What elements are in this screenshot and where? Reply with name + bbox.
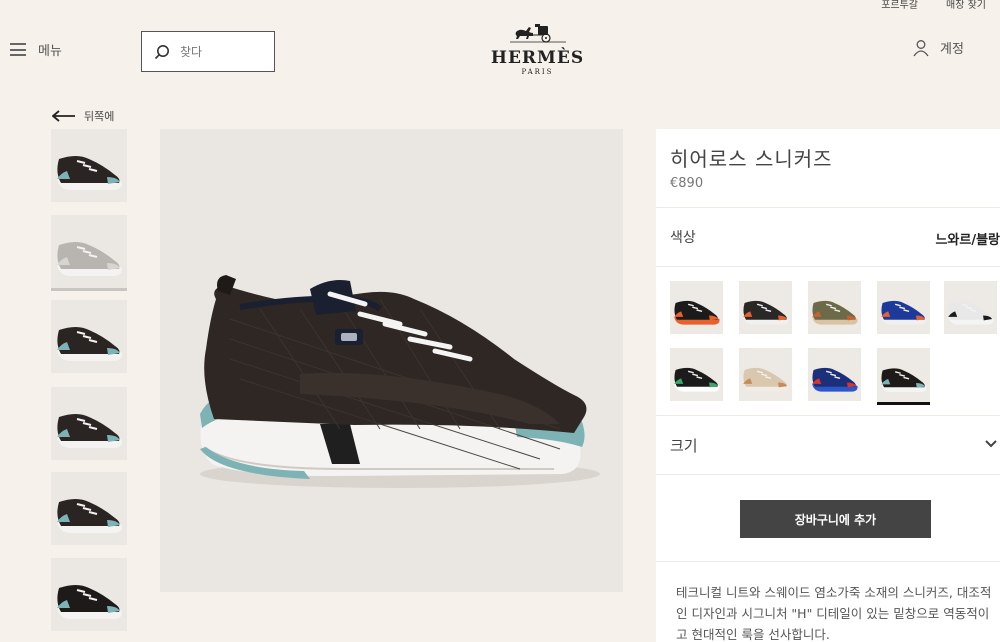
product-thumbnail[interactable] bbox=[51, 129, 127, 202]
color-label: 색상 bbox=[670, 230, 696, 246]
divider bbox=[656, 266, 1000, 267]
sneaker-thumbnail bbox=[57, 156, 123, 190]
divider bbox=[656, 207, 1000, 208]
color-swatch-navy-red[interactable] bbox=[808, 348, 861, 401]
color-swatch-black-teal[interactable] bbox=[877, 348, 930, 405]
color-value: 느와르/블랑 bbox=[935, 233, 1000, 248]
chevron-down-icon[interactable] bbox=[984, 439, 998, 449]
product-thumbnail[interactable] bbox=[51, 215, 127, 291]
product-thumbnail[interactable] bbox=[51, 472, 127, 545]
account-button[interactable]: 계정 bbox=[912, 38, 964, 57]
carriage-logo-icon bbox=[509, 24, 566, 43]
color-swatch-black-green[interactable] bbox=[670, 348, 723, 401]
product-thumbnail[interactable] bbox=[51, 300, 127, 373]
product-description: 테크니컬 니트와 스웨이드 염소가죽 소재의 스니커즈, 대조적인 디자인과 시… bbox=[676, 585, 992, 642]
sneaker-thumbnail bbox=[812, 367, 858, 392]
color-swatch-orange-black[interactable] bbox=[670, 281, 723, 334]
sneaker-thumbnail bbox=[674, 300, 720, 325]
product-thumbnail[interactable] bbox=[51, 558, 127, 631]
menu-label: 메뉴 bbox=[38, 44, 62, 59]
product-title: 히어로스 스니커즈 bbox=[670, 147, 833, 171]
search-input[interactable] bbox=[180, 44, 260, 59]
arrow-left-icon bbox=[52, 110, 75, 122]
sneaker-thumbnail bbox=[674, 367, 720, 392]
menu-button[interactable]: 메뉴 bbox=[10, 40, 62, 59]
sneaker-thumbnail bbox=[57, 327, 123, 361]
sneaker-image bbox=[200, 275, 600, 488]
color-swatch-beige[interactable] bbox=[739, 348, 792, 401]
hamburger-icon bbox=[10, 43, 26, 56]
sneaker-thumbnail bbox=[881, 368, 927, 393]
logo-subtitle: PARIS bbox=[521, 68, 554, 76]
site-header: 메뉴 HERMÈS PARIS 계정 bbox=[0, 14, 1000, 88]
store-locator-link[interactable]: 매장 찾기 bbox=[946, 0, 986, 14]
back-link[interactable]: 뒤쪽에 bbox=[52, 108, 114, 124]
country-link[interactable]: 포르투갈 bbox=[881, 0, 918, 14]
color-swatch-white-black[interactable] bbox=[944, 281, 997, 334]
divider bbox=[656, 561, 1000, 562]
sneaker-thumbnail bbox=[57, 414, 123, 448]
size-label: 크기 bbox=[670, 437, 698, 455]
back-label: 뒤쪽에 bbox=[84, 110, 115, 123]
sneaker-thumbnail bbox=[57, 242, 123, 276]
sneaker-thumbnail bbox=[812, 300, 858, 325]
user-icon bbox=[913, 39, 929, 56]
product-panel: 히어로스 스니커즈 €890 색상 느와르/블랑 크기 장바구니에 추가 테크니… bbox=[656, 129, 1000, 642]
sneaker-thumbnail bbox=[57, 499, 123, 533]
product-price: €890 bbox=[670, 176, 704, 191]
divider bbox=[656, 474, 1000, 475]
color-swatch-orange-white[interactable] bbox=[739, 281, 792, 334]
account-label: 계정 bbox=[940, 42, 964, 57]
color-swatch-khaki[interactable] bbox=[808, 281, 861, 334]
hermes-logo[interactable]: HERMÈS PARIS bbox=[490, 24, 585, 76]
sneaker-thumbnail bbox=[948, 300, 994, 325]
sneaker-thumbnail bbox=[57, 585, 123, 619]
logo-wordmark: HERMÈS bbox=[490, 48, 585, 68]
sneaker-thumbnail bbox=[743, 300, 789, 325]
search-box[interactable] bbox=[141, 31, 275, 72]
sneaker-thumbnail bbox=[743, 367, 789, 392]
product-thumbnail[interactable] bbox=[51, 387, 127, 460]
color-swatch-blue-orange[interactable] bbox=[877, 281, 930, 334]
add-to-cart-button[interactable]: 장바구니에 추가 bbox=[740, 500, 931, 538]
main-product-image[interactable] bbox=[160, 129, 623, 592]
search-icon bbox=[154, 44, 169, 59]
sneaker-thumbnail bbox=[881, 300, 927, 325]
divider bbox=[656, 415, 1000, 416]
utility-bar: 포르투갈 매장 찾기 bbox=[881, 0, 1000, 14]
